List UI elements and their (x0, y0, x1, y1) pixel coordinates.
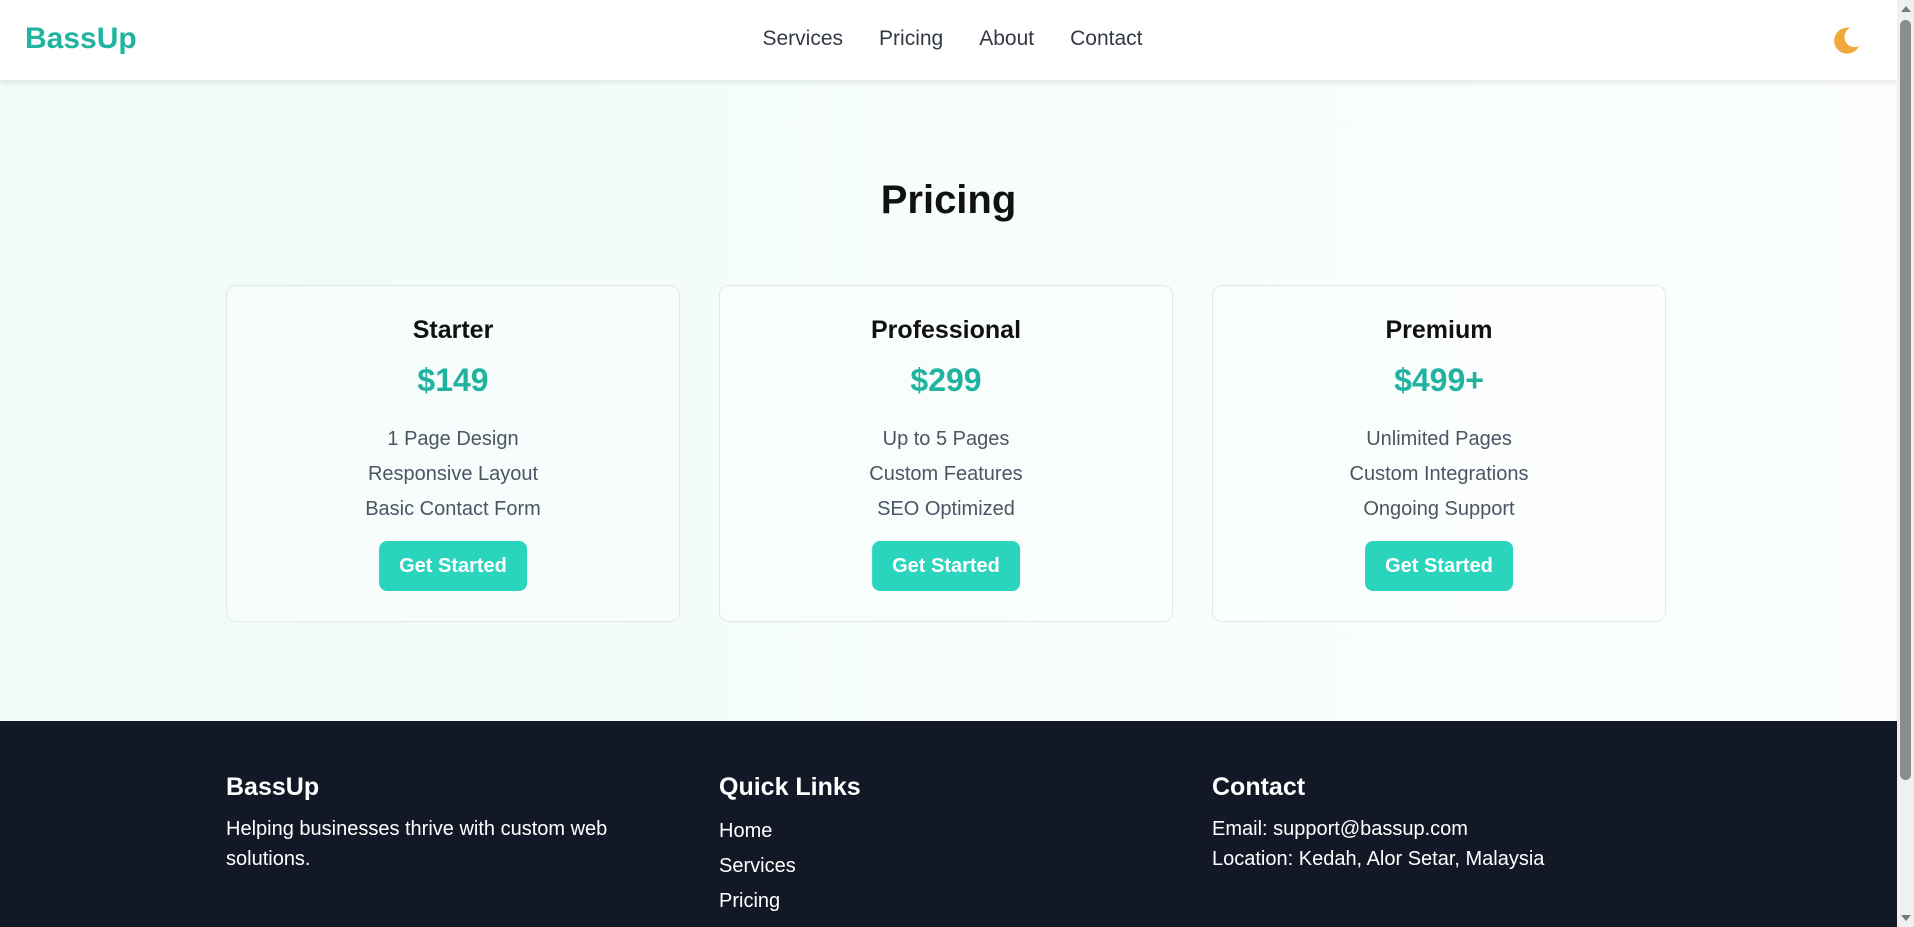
plan-feature: Responsive Layout (367, 463, 539, 485)
pricing-card-professional: Professional $299 Up to 5 Pages Custom F… (719, 285, 1173, 622)
plan-price: $299 (910, 362, 982, 398)
footer-location: Location: Kedah, Alor Setar, Malaysia (1212, 848, 1545, 870)
site-footer: BassUp Helping businesses thrive with cu… (0, 721, 1897, 927)
plan-feature: Custom Integrations (1349, 463, 1529, 485)
get-started-button[interactable]: Get Started (1365, 541, 1513, 591)
plan-features: 1 Page Design Responsive Layout Basic Co… (227, 422, 679, 527)
plan-name: Professional (870, 316, 1022, 344)
plan-feature: Basic Contact Form (365, 498, 541, 520)
scroll-up-arrow[interactable] (1901, 6, 1911, 12)
get-started-button[interactable]: Get Started (379, 541, 527, 591)
site-header: BassUp Services Pricing About Contact (0, 0, 1897, 80)
footer-quick-links-title: Quick Links (719, 773, 861, 801)
footer-contact-title: Contact (1212, 773, 1306, 801)
moon-icon (1832, 27, 1859, 54)
nav-link-contact[interactable]: Contact (1070, 27, 1142, 51)
footer-brand: BassUp Helping businesses thrive with cu… (226, 773, 666, 874)
plan-feature: 1 Page Design (387, 428, 519, 450)
pricing-card-premium: Premium $499+ Unlimited Pages Custom Int… (1212, 285, 1666, 622)
plan-feature: SEO Optimized (877, 498, 1015, 520)
plan-price: $499+ (1394, 362, 1484, 398)
nav-link-about[interactable]: About (979, 27, 1034, 51)
footer-email[interactable]: Email: support@bassup.com (1212, 814, 1652, 844)
footer-contact: Contact Email: support@bassup.com Locati… (1212, 773, 1652, 874)
scroll-down-arrow[interactable] (1901, 915, 1911, 921)
plan-feature: Ongoing Support (1363, 498, 1515, 520)
nav-link-services[interactable]: Services (763, 27, 844, 51)
footer-link-home[interactable]: Home (719, 814, 1159, 849)
theme-toggle-button[interactable] (1829, 24, 1863, 58)
footer-tagline: Helping businesses thrive with custom we… (226, 818, 608, 870)
plan-price: $149 (417, 362, 489, 398)
footer-brand-title: BassUp (226, 773, 320, 801)
plan-name: Starter (412, 316, 494, 344)
plan-feature: Custom Features (869, 463, 1023, 485)
plan-feature: Unlimited Pages (1366, 428, 1512, 450)
plan-features: Unlimited Pages Custom Integrations Ongo… (1213, 422, 1665, 527)
pricing-card-starter: Starter $149 1 Page Design Responsive La… (226, 285, 680, 622)
scrollbar-thumb[interactable] (1900, 20, 1911, 780)
footer-quick-links: Quick Links Home Services Pricing (719, 773, 1159, 919)
get-started-button[interactable]: Get Started (872, 541, 1020, 591)
main-nav: Services Pricing About Contact (0, 27, 1897, 51)
plan-feature: Up to 5 Pages (882, 428, 1010, 450)
page-scrollbar[interactable] (1897, 0, 1914, 927)
plan-features: Up to 5 Pages Custom Features SEO Optimi… (720, 422, 1172, 527)
footer-link-services[interactable]: Services (719, 849, 1159, 884)
footer-link-pricing[interactable]: Pricing (719, 884, 1159, 919)
pricing-section: Pricing Starter $149 1 Page Design Respo… (0, 80, 1897, 721)
plan-name: Premium (1385, 316, 1493, 344)
nav-link-pricing[interactable]: Pricing (879, 27, 943, 51)
section-title: Pricing (880, 178, 1017, 222)
